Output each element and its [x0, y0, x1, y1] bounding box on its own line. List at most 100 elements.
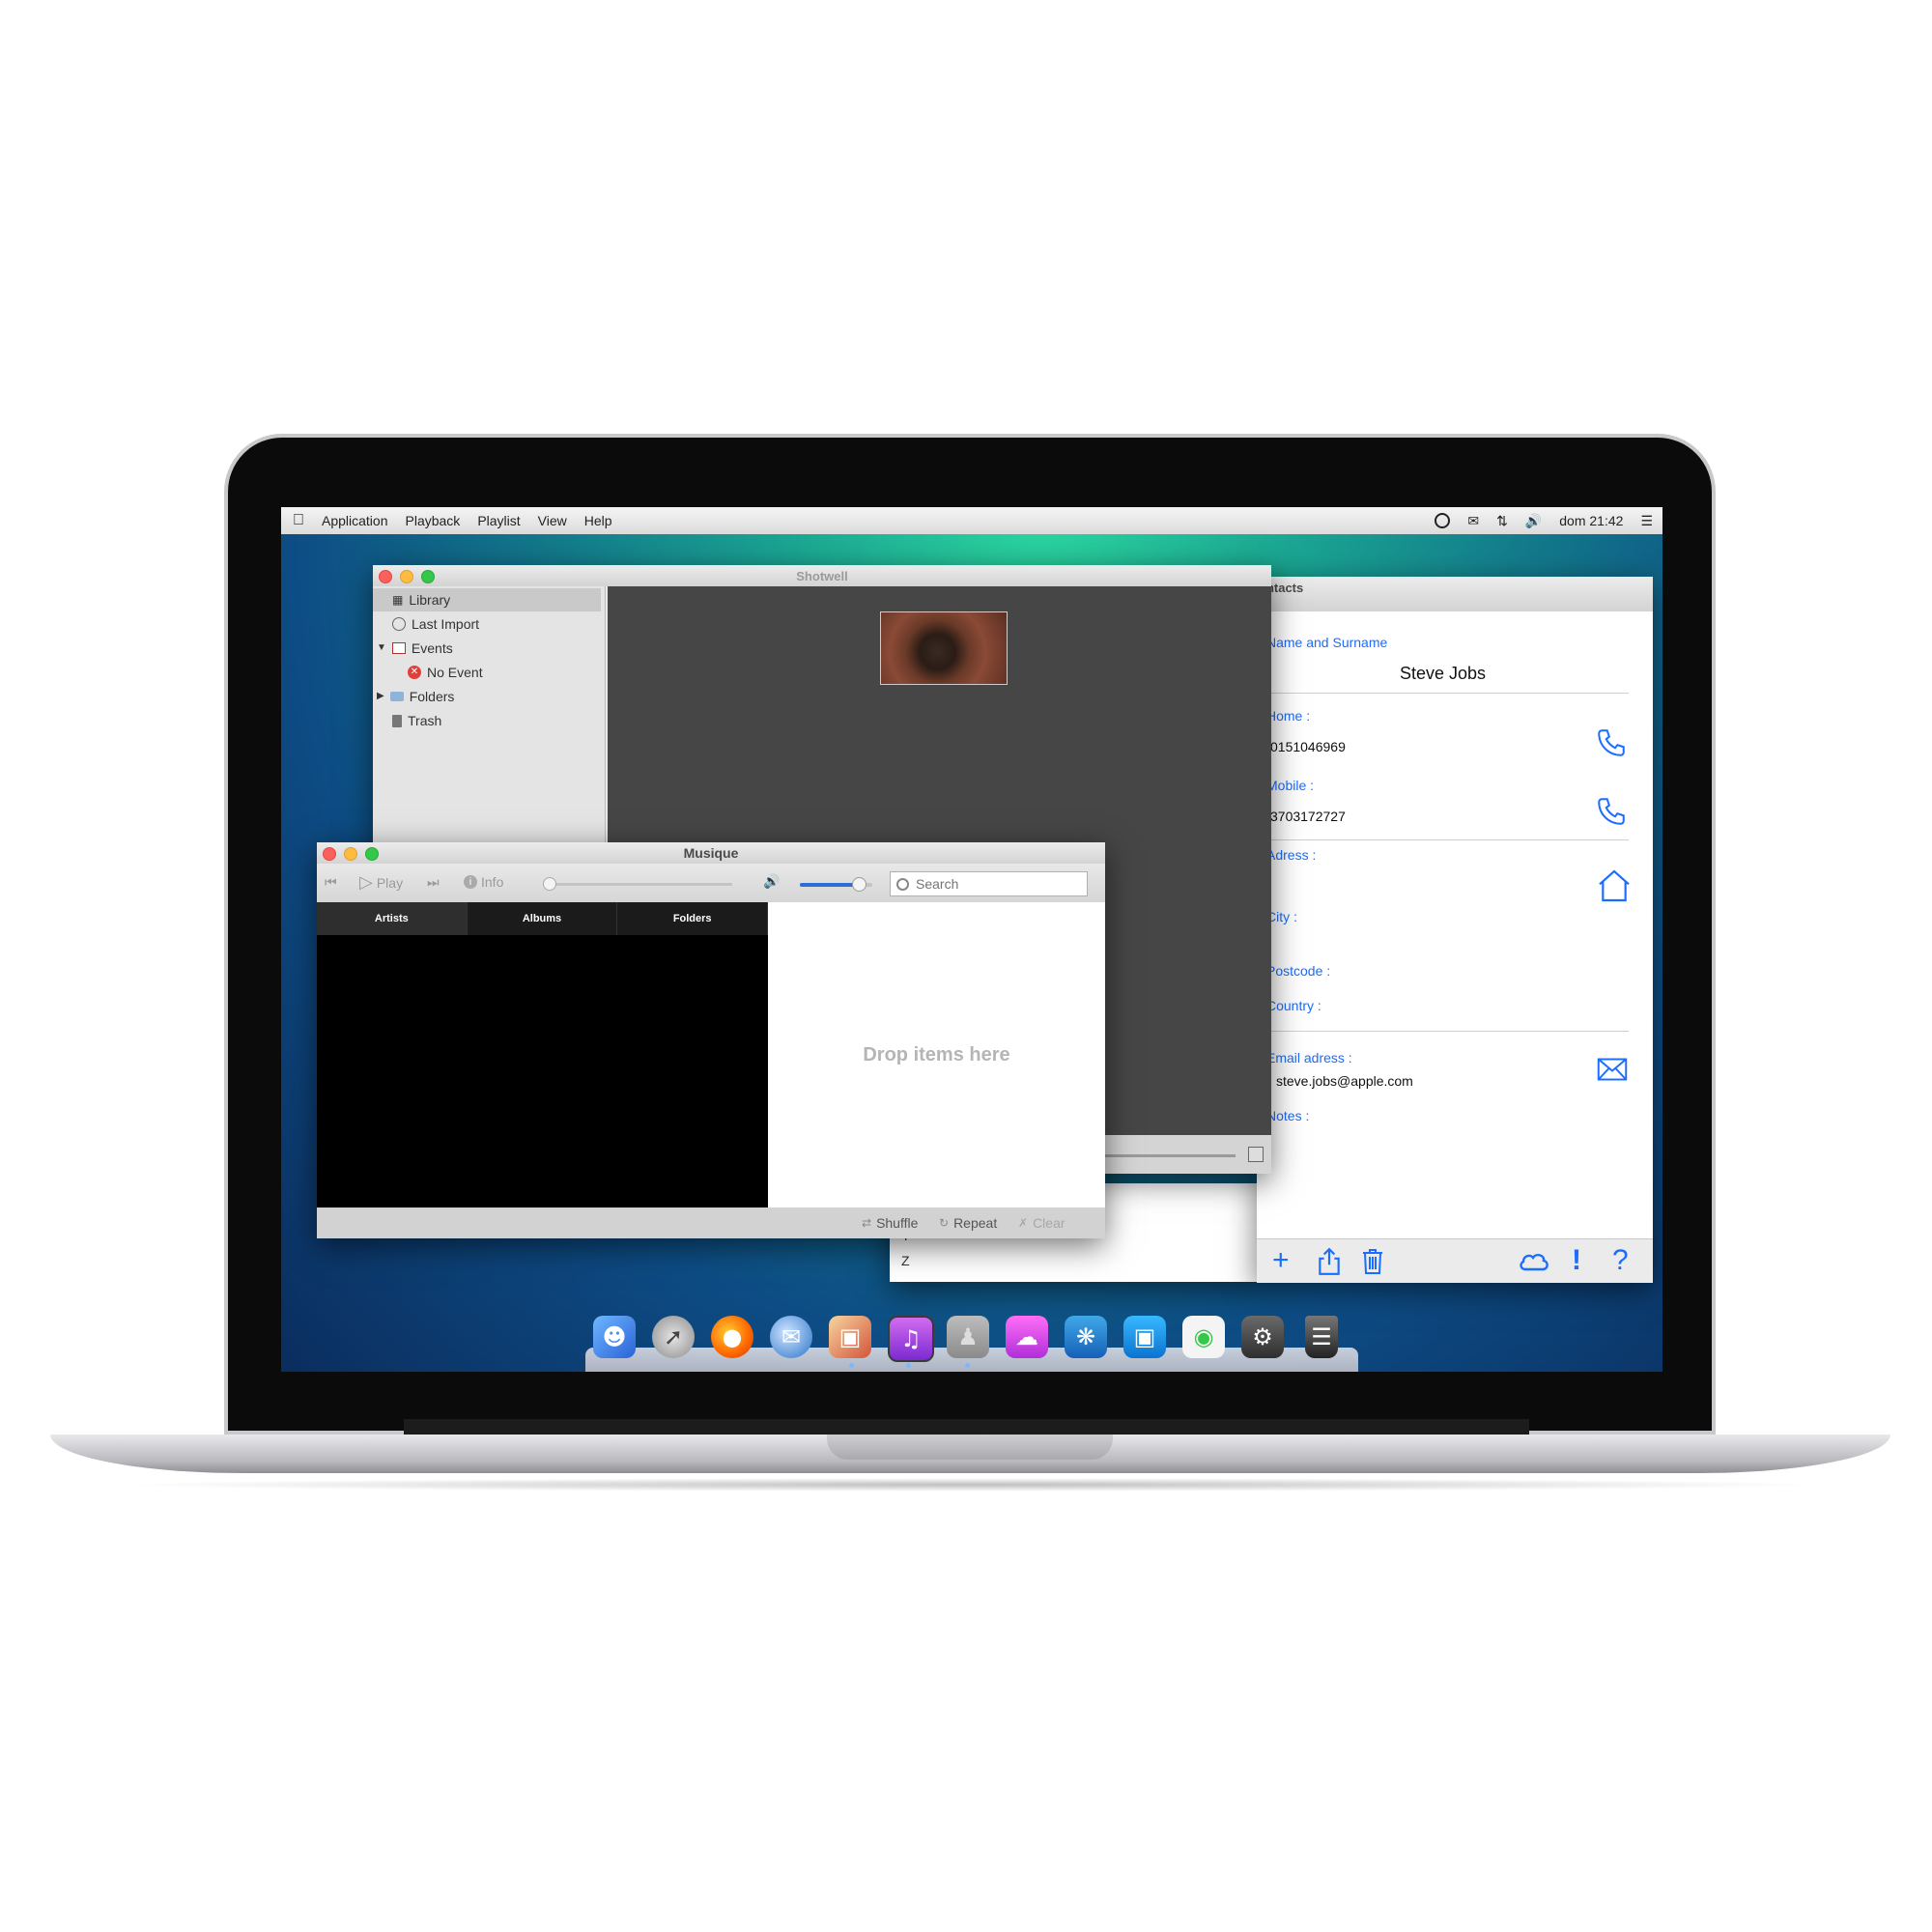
firefox-icon[interactable]: ● [711, 1316, 753, 1358]
clock[interactable]: dom 21:42 [1559, 513, 1623, 528]
search-field[interactable] [890, 871, 1088, 896]
search-input[interactable] [914, 875, 1072, 893]
launchpad-icon[interactable]: ➚ [652, 1316, 695, 1358]
sidebar-item-trash[interactable]: Trash [392, 709, 441, 732]
contacts-titlebar[interactable]: ontacts [1257, 577, 1653, 611]
trash-icon[interactable]: ☰ [1305, 1316, 1338, 1358]
next-icon[interactable]: ⏭ [427, 874, 440, 891]
divider [1266, 693, 1629, 694]
mail-icon[interactable]: ✉ [1467, 513, 1479, 529]
shotwell-icon[interactable]: ▣ [829, 1316, 871, 1358]
mobile-phone-value[interactable]: 3703172727 [1270, 809, 1346, 824]
trash-small-icon [392, 714, 402, 727]
search-icon[interactable] [1435, 513, 1451, 528]
maximize-button[interactable] [365, 847, 379, 861]
call-home-icon[interactable] [1595, 726, 1628, 764]
menu-playback[interactable]: Playback [406, 513, 461, 528]
previous-icon[interactable]: ⏮ [325, 874, 337, 891]
icloud-icon[interactable]: ☁ [1006, 1316, 1048, 1358]
running-indicator [906, 1363, 911, 1368]
alert-icon[interactable]: ! [1572, 1245, 1581, 1276]
network-icon[interactable]: ⇅ [1496, 513, 1508, 529]
seek-knob[interactable] [543, 877, 556, 891]
home-map-icon[interactable] [1595, 867, 1634, 910]
screen-icon[interactable]: ▣ [1123, 1316, 1166, 1358]
system-settings-icon[interactable]: ⚙ [1241, 1316, 1284, 1358]
email-value[interactable]: steve.jobs@apple.com [1276, 1073, 1413, 1089]
musique-toolbar: ⏮ ▷ Play ⏭ i Info 🔊 [317, 864, 1105, 902]
volume-icon[interactable]: 🔊 [763, 873, 780, 890]
home-phone-value[interactable]: 0151046969 [1270, 739, 1346, 754]
delete-icon[interactable] [1361, 1247, 1384, 1283]
laptop-notch [827, 1435, 1113, 1460]
library-list[interactable] [317, 935, 768, 1208]
clear-button[interactable]: ✗ Clear [1018, 1215, 1065, 1231]
toggle-settings-icon[interactable]: ◉ [1182, 1316, 1225, 1358]
fullscreen-icon[interactable] [1248, 1147, 1264, 1162]
cloud-sync-icon[interactable] [1518, 1249, 1550, 1280]
app-store-icon[interactable]: ❋ [1065, 1316, 1107, 1358]
repeat-button[interactable]: ↻ Repeat [939, 1215, 997, 1231]
contacts-toolbar: + ! ? [1257, 1238, 1653, 1283]
running-indicator [849, 1363, 854, 1368]
sidebar-item-folders[interactable]: ▶ Folders [377, 685, 454, 708]
seek-slider[interactable] [543, 877, 732, 891]
playlist-drop-area[interactable]: Drop items here [768, 902, 1105, 1208]
add-contact-icon[interactable]: + [1272, 1245, 1290, 1276]
menu-view[interactable]: View [538, 513, 567, 528]
close-button[interactable] [323, 847, 336, 861]
shuffle-icon: ⇄ [862, 1216, 872, 1230]
apple-icon[interactable]:  [293, 512, 304, 529]
menu-playlist[interactable]: Playlist [477, 513, 520, 528]
contacts-window: ontacts Name and Surname Steve Jobs Home… [1257, 577, 1653, 1283]
list-letter[interactable]: Z [901, 1253, 910, 1268]
library-tabs: Artists Albums Folders [317, 902, 769, 935]
menu-help[interactable]: Help [584, 513, 612, 528]
volume-slider[interactable] [800, 877, 872, 892]
menu-application[interactable]: Application [322, 513, 388, 528]
play-icon: ▷ [359, 872, 373, 892]
sidebar-item-library[interactable]: ▦ Library [373, 588, 601, 611]
volume-knob[interactable] [852, 877, 867, 892]
music-icon[interactable]: ♫ [888, 1316, 934, 1362]
window-title: Musique [683, 845, 739, 861]
photo-thumbnail[interactable] [880, 611, 1008, 685]
close-button[interactable] [379, 570, 392, 583]
info-button[interactable]: i Info [464, 874, 503, 890]
sidebar-item-no-event[interactable]: ✕ No Event [408, 661, 483, 684]
name-value[interactable]: Steve Jobs [1257, 664, 1629, 684]
sidebar-item-events[interactable]: ▼ Events [377, 637, 453, 660]
expand-arrow-icon[interactable]: ▼ [377, 637, 386, 660]
send-email-icon[interactable] [1595, 1052, 1630, 1092]
email-label: Email adress : [1266, 1050, 1352, 1065]
sidebar-item-last-import[interactable]: Last Import [392, 612, 479, 636]
contacts-icon[interactable]: ♟ [947, 1316, 989, 1358]
share-icon[interactable] [1317, 1247, 1342, 1283]
maximize-button[interactable] [421, 570, 435, 583]
clock-icon [392, 617, 406, 631]
collapse-arrow-icon[interactable]: ▶ [377, 685, 384, 708]
shuffle-button[interactable]: ⇄ Shuffle [862, 1215, 918, 1231]
shotwell-titlebar[interactable]: Shotwell [373, 565, 1271, 586]
minimize-button[interactable] [400, 570, 413, 583]
tab-artists[interactable]: Artists [317, 902, 468, 935]
thunderbird-icon[interactable]: ✉ [770, 1316, 812, 1358]
sidebar-item-label: Folders [409, 689, 455, 704]
sidebar-item-label: Events [411, 640, 453, 656]
musique-titlebar[interactable]: Musique [317, 842, 1105, 864]
volume-icon[interactable]: 🔊 [1525, 513, 1542, 529]
minimize-button[interactable] [344, 847, 357, 861]
tab-folders[interactable]: Folders [617, 902, 769, 935]
library-icon: ▦ [392, 593, 404, 607]
volume-fill [800, 883, 858, 887]
window-title: Shotwell [796, 569, 848, 583]
finder-icon[interactable]: ☻ [593, 1316, 636, 1358]
help-icon[interactable]: ? [1612, 1245, 1629, 1276]
call-mobile-icon[interactable] [1595, 795, 1628, 833]
clear-label: Clear [1033, 1215, 1065, 1231]
sidebar-item-label: No Event [427, 665, 483, 680]
tab-albums[interactable]: Albums [468, 902, 618, 935]
no-event-icon: ✕ [408, 666, 421, 679]
play-button[interactable]: ▷ Play [359, 872, 403, 893]
menu-list-icon[interactable]: ☰ [1640, 513, 1653, 529]
